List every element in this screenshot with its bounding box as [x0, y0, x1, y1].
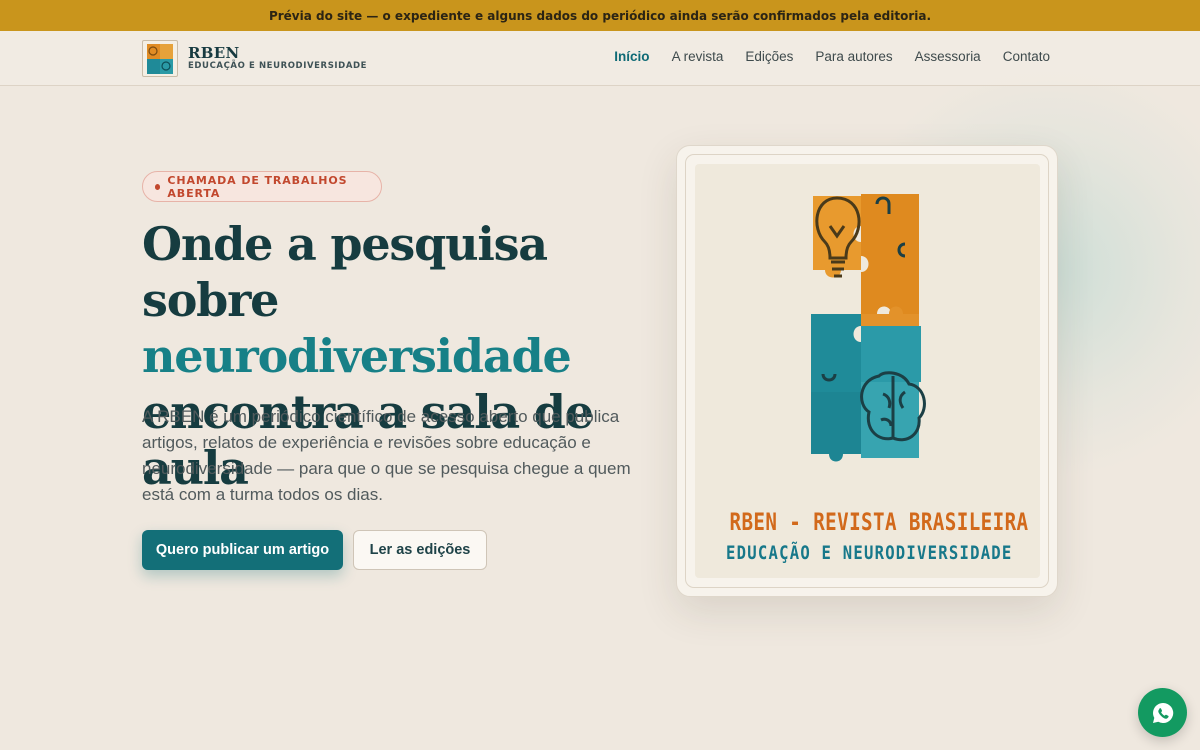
headline-accent: neurodiversidade	[142, 329, 572, 383]
journal-cover-image: RBEN - REVISTA BRASILEIRA DE EDUCAÇÃO E …	[695, 164, 1040, 578]
cover-title-line-2: EDUCAÇÃO E NEURODIVERSIDADE	[726, 542, 1013, 564]
badge-dot-icon	[155, 183, 161, 190]
journal-cover-card: RBEN - REVISTA BRASILEIRA DE EDUCAÇÃO E …	[676, 145, 1058, 597]
preview-notice-text: Prévia do site — o expediente e alguns d…	[268, 8, 932, 23]
logo-subtitle: EDUCAÇÃO E NEURODIVERSIDADE	[188, 61, 368, 71]
cover-title-line-1: RBEN - REVISTA BRASILEIRA DE	[729, 508, 1041, 536]
whatsapp-icon	[1152, 702, 1173, 723]
main-nav: Início A revista Edições Para autores As…	[614, 49, 1050, 64]
site-header: RBEN EDUCAÇÃO E NEURODIVERSIDADE Início …	[0, 31, 1200, 86]
nav-item-para-autores[interactable]: Para autores	[815, 49, 892, 64]
badge-label: CHAMADA DE TRABALHOS ABERTA	[167, 173, 348, 200]
rben-logo-icon[interactable]	[142, 40, 178, 77]
nav-item-edicoes[interactable]: Edições	[745, 49, 793, 64]
headline-line-1: Onde a pesquisa sobre	[142, 217, 548, 327]
logo-title[interactable]: RBEN	[188, 44, 240, 62]
nav-item-contato[interactable]: Contato	[1003, 49, 1050, 64]
nav-item-assessoria[interactable]: Assessoria	[915, 49, 981, 64]
preview-notice-bar: Prévia do site — o expediente e alguns d…	[0, 0, 1200, 31]
nav-item-a-revista[interactable]: A revista	[672, 49, 724, 64]
whatsapp-chat-button[interactable]	[1138, 688, 1187, 737]
call-for-papers-badge: CHAMADA DE TRABALHOS ABERTA	[142, 171, 382, 202]
nav-item-inicio[interactable]: Início	[614, 49, 649, 64]
hero-lead-paragraph: A RBEN é um periódico científico de aces…	[142, 407, 631, 504]
read-issues-button[interactable]: Ler as edições	[353, 530, 487, 570]
puzzle-artwork-icon	[811, 194, 926, 462]
submit-article-button[interactable]: Quero publicar um artigo	[142, 530, 343, 570]
